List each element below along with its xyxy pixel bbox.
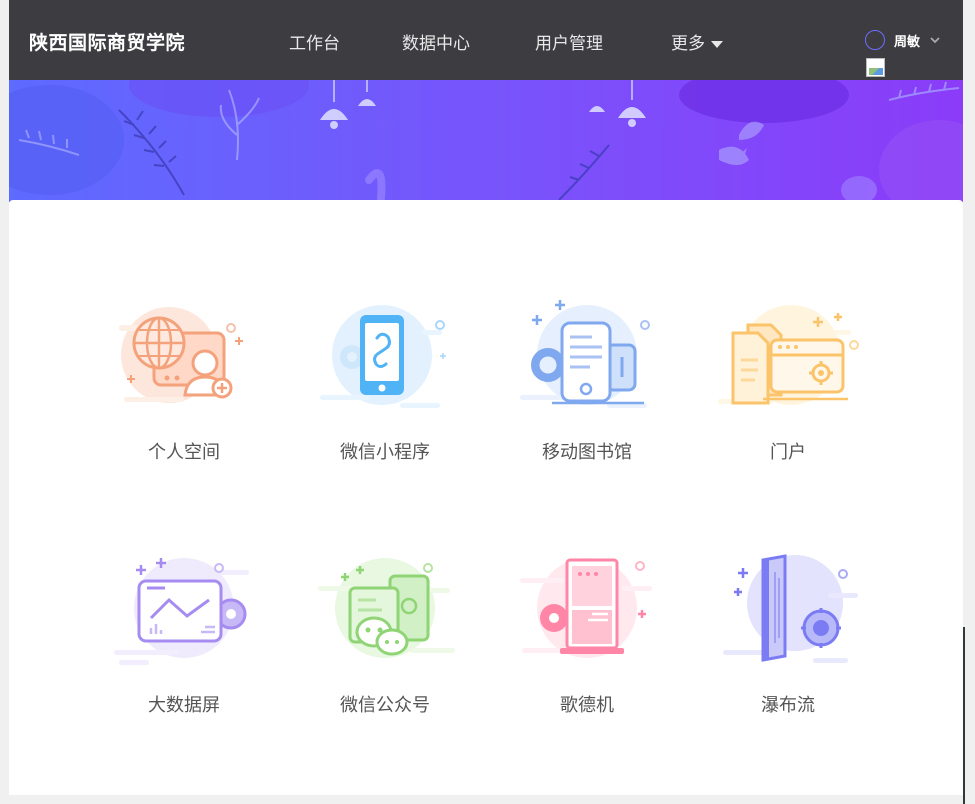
- waterfall-icon: [723, 554, 858, 663]
- wechat-official-icon: [318, 558, 455, 658]
- app-card-wechat-official[interactable]: 微信公众号: [305, 548, 465, 717]
- nav-item-workbench[interactable]: 工作台: [289, 29, 340, 54]
- broken-image-icon: [866, 58, 885, 77]
- kiosk-icon: [520, 558, 652, 658]
- caret-down-icon: [711, 40, 723, 48]
- personal-space-icon: [119, 307, 243, 403]
- app-card-mini-program[interactable]: 微信小程序: [305, 295, 465, 464]
- header-banner: [9, 80, 963, 202]
- app-card-mobile-library[interactable]: 移动图书馆: [507, 295, 667, 464]
- portal-icon: [718, 305, 859, 405]
- app-grid-panel: 个人空间 微信小程序 移动图书馆 门户 大数据屏 微信公众号 歌德机 瀑布流: [9, 200, 963, 795]
- app-card-waterfall[interactable]: 瀑布流: [708, 548, 868, 717]
- app-card-label: 大数据屏: [148, 695, 220, 716]
- user-menu[interactable]: 周敏: [865, 30, 940, 50]
- app-card-label: 瀑布流: [761, 695, 815, 716]
- mobile-library-icon: [520, 300, 650, 408]
- app-card-label: 个人空间: [148, 442, 220, 463]
- user-name: 周敏: [894, 34, 921, 50]
- chevron-down-icon: [930, 36, 940, 43]
- app-card-label: 移动图书馆: [542, 442, 632, 463]
- big-data-screen-icon: [114, 558, 249, 665]
- app-card-label: 门户: [770, 442, 806, 463]
- avatar: [865, 30, 885, 50]
- top-navigation-bar: 陕西国际商贸学院 工作台 数据中心 用户管理 更多 周敏: [9, 0, 963, 80]
- nav-item-data-center[interactable]: 数据中心: [402, 29, 470, 54]
- app-card-big-data-screen[interactable]: 大数据屏: [104, 548, 264, 717]
- nav-item-more[interactable]: 更多: [671, 29, 723, 54]
- nav-item-user-management[interactable]: 用户管理: [535, 29, 603, 54]
- app-card-label: 微信小程序: [340, 442, 430, 463]
- app-card-label: 歌德机: [560, 695, 614, 716]
- banner-decoration: [9, 80, 963, 202]
- scrollbar-edge: [963, 627, 965, 804]
- app-card-personal-space[interactable]: 个人空间: [104, 295, 264, 464]
- mini-program-icon: [320, 305, 446, 408]
- brand-title: 陕西国际商贸学院: [29, 32, 186, 54]
- app-card-label: 微信公众号: [340, 695, 430, 716]
- nav-more-label: 更多: [671, 34, 705, 54]
- app-card-kiosk[interactable]: 歌德机: [507, 548, 667, 717]
- app-card-portal[interactable]: 门户: [708, 295, 868, 464]
